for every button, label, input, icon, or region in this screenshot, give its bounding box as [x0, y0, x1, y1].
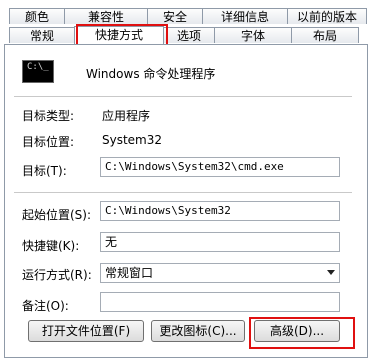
tab-previous-versions[interactable]: 以前的版本: [287, 8, 367, 24]
open-file-location-button[interactable]: 打开文件位置(F): [28, 320, 144, 342]
tab-compatibility[interactable]: 兼容性: [64, 8, 148, 24]
divider-middle: [14, 192, 352, 193]
target-location-value: System32: [102, 133, 163, 147]
comment-label: 备注(O):: [22, 299, 69, 313]
run-select-value: 常规窗口: [105, 266, 154, 280]
divider-top: [14, 96, 352, 97]
chevron-down-icon: [327, 270, 335, 275]
run-label: 运行方式(R):: [22, 268, 92, 282]
target-field[interactable]: C:\Windows\System32\cmd.exe: [100, 157, 340, 177]
run-select[interactable]: 常规窗口: [100, 263, 340, 283]
target-type-value: 应用程序: [102, 109, 151, 123]
tab-shortcut[interactable]: 快捷方式: [74, 26, 164, 44]
change-icon-button[interactable]: 更改图标(C)...: [151, 320, 245, 342]
tab-security[interactable]: 安全: [147, 8, 203, 24]
tab-colors[interactable]: 颜色: [9, 8, 65, 24]
start-in-label: 起始位置(S):: [22, 208, 92, 222]
tab-options[interactable]: 选项: [163, 27, 215, 43]
comment-field[interactable]: [100, 292, 340, 312]
tab-general[interactable]: 常规: [9, 27, 75, 43]
app-name: Windows 命令处理程序: [86, 67, 216, 81]
shortcut-key-label: 快捷键(K):: [22, 239, 80, 253]
shortcut-key-field[interactable]: 无: [100, 232, 340, 252]
cmd-icon: C:\_: [22, 60, 54, 83]
cmd-icon-glyph: C:\_: [27, 62, 49, 72]
target-location-label: 目标位置:: [22, 135, 75, 149]
advanced-button[interactable]: 高级(D)...: [254, 320, 340, 342]
target-label: 目标(T):: [22, 164, 67, 178]
tab-layout[interactable]: 布局: [291, 27, 359, 43]
tab-details[interactable]: 详细信息: [202, 8, 288, 24]
target-type-label: 目标类型:: [22, 109, 75, 123]
start-in-field[interactable]: C:\Windows\System32: [100, 201, 340, 221]
tab-font[interactable]: 字体: [214, 27, 292, 43]
